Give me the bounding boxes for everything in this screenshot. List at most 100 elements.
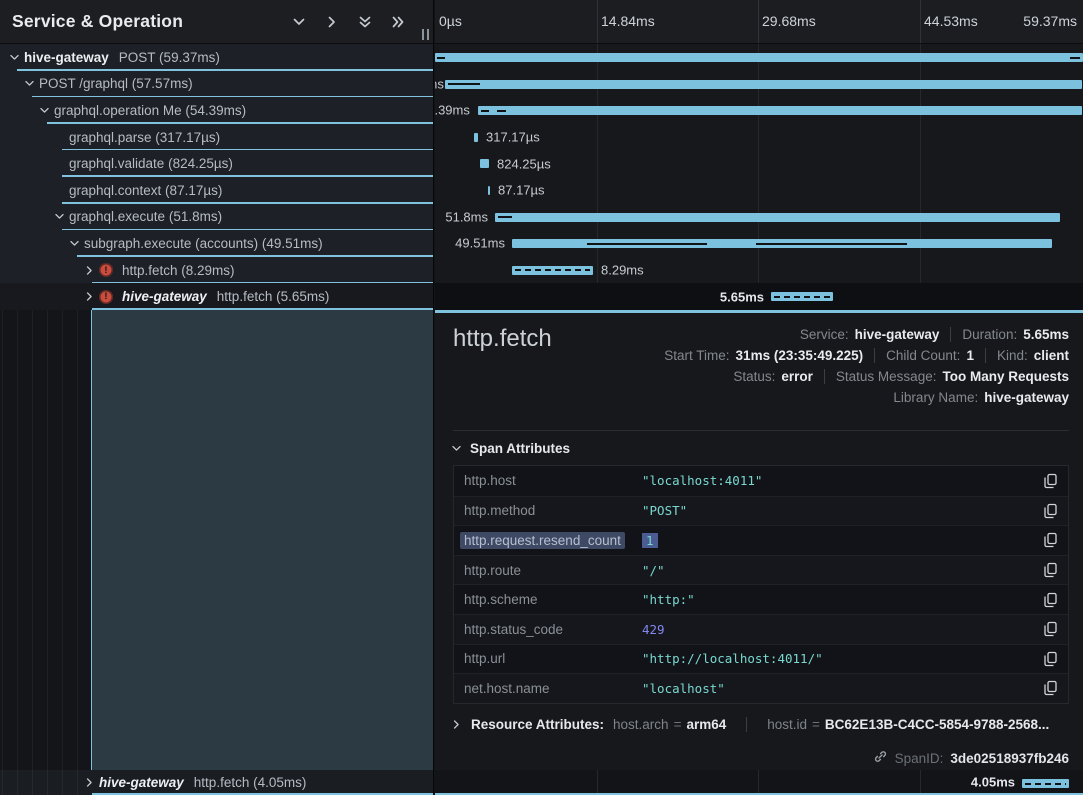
timeline-row[interactable]: 824.25µs <box>435 150 1083 177</box>
copy-icon[interactable] <box>1032 532 1058 548</box>
tree-row[interactable]: !hive-gatewayhttp.fetch (5.65ms) <box>0 283 433 310</box>
chevron-slot <box>68 238 81 249</box>
chevron-right-icon[interactable] <box>84 291 95 302</box>
tree-row[interactable]: graphql.parse (317.17µs) <box>0 124 433 151</box>
attribute-row[interactable]: http.route"/" <box>454 555 1068 585</box>
meta-divider <box>950 327 951 342</box>
copy-icon[interactable] <box>1032 680 1058 696</box>
indent-guide-line <box>17 770 18 795</box>
tree-row[interactable]: graphql.operation Me (54.39ms) <box>0 97 433 124</box>
collapse-all-icon[interactable] <box>358 15 372 29</box>
link-icon[interactable] <box>873 749 888 767</box>
tree-row[interactable]: subgraph.execute (accounts) (49.51ms) <box>0 230 433 257</box>
attribute-key-text: http.host <box>464 473 516 488</box>
meta-divider <box>824 369 825 384</box>
chevron-right-icon[interactable] <box>84 265 95 276</box>
timeline-row[interactable]: 54.39ms <box>435 97 1083 124</box>
attribute-value-text: "POST" <box>642 503 687 518</box>
collapse-one-icon[interactable] <box>292 15 306 29</box>
copy-icon[interactable] <box>1032 503 1058 519</box>
span-id-value: 3de02518937fb246 <box>950 751 1069 766</box>
timeline-row[interactable] <box>435 44 1083 71</box>
meta-label: Status: <box>733 369 775 384</box>
resource-key: host.id <box>767 717 807 732</box>
attribute-value: 429 <box>642 622 1032 637</box>
attribute-row[interactable]: http.request.resend_count1 <box>454 525 1068 555</box>
timeline-row[interactable]: 8.29ms <box>435 257 1083 284</box>
attribute-row[interactable]: http.host"localhost:4011" <box>454 466 1068 496</box>
panel-resize-handle[interactable] <box>422 29 429 40</box>
child-span-mark <box>1025 783 1066 785</box>
resource-attributes-row[interactable]: Resource Attributes: host.arch=arm64host… <box>451 717 1049 732</box>
indent-guide-line <box>2 770 3 795</box>
timeline-row[interactable]: 5.65ms <box>435 283 1083 310</box>
span-label: graphql.execute (51.8ms) <box>69 209 222 224</box>
attribute-key-text: http.method <box>464 503 535 518</box>
attribute-row[interactable]: http.scheme"http:" <box>454 584 1068 614</box>
copy-icon[interactable] <box>1032 473 1058 489</box>
tree-row[interactable]: ! http.fetch (8.29ms) <box>0 257 433 284</box>
span-bar[interactable] <box>474 133 478 142</box>
chevron-slot <box>38 105 51 116</box>
indent-guide-line <box>17 310 18 770</box>
chevron-down-icon[interactable] <box>39 105 50 116</box>
span-bar[interactable] <box>495 213 1060 222</box>
span-bar[interactable] <box>478 106 1082 115</box>
tree-row-bottom[interactable]: hive-gatewayhttp.fetch (4.05ms) <box>0 770 433 795</box>
copy-icon[interactable] <box>1032 592 1058 608</box>
child-span-mark <box>587 243 707 245</box>
tree-row[interactable]: POST /graphql (57.57ms) <box>0 71 433 98</box>
tree-row[interactable]: graphql.context (87.17µs) <box>0 177 433 204</box>
trace-viewer: Service & Operation hive-gatewayPOST (59… <box>0 0 1083 795</box>
attribute-row[interactable]: http.method "POST" <box>454 496 1068 526</box>
expand-all-icon[interactable] <box>391 15 405 29</box>
timeline-row-bottom[interactable]: 4.05ms <box>435 770 1083 795</box>
timeline-row[interactable]: 87.17µs <box>435 177 1083 204</box>
indent-guide-line <box>32 310 33 770</box>
span-label: http.fetch (8.29ms) <box>122 263 235 278</box>
error-icon: ! <box>99 263 113 277</box>
meta-line: Status:errorStatus Message:Too Many Requ… <box>733 369 1069 384</box>
span-attributes-header[interactable]: Span Attributes <box>451 441 570 456</box>
tree-row[interactable]: graphql.validate (824.25µs) <box>0 150 433 177</box>
copy-icon[interactable] <box>1032 651 1058 667</box>
chevron-right-icon[interactable] <box>84 777 95 788</box>
attribute-row[interactable]: net.host.name"localhost" <box>454 673 1068 703</box>
span-bar[interactable] <box>435 53 1083 62</box>
tree-filler <box>0 310 433 770</box>
chevron-down-icon[interactable] <box>24 78 35 89</box>
tree-row[interactable]: hive-gatewayPOST (59.37ms) <box>0 44 433 71</box>
meta-value: error <box>781 369 813 384</box>
meta-value: Too Many Requests <box>942 369 1069 384</box>
attribute-row[interactable]: http.status_code429 <box>454 614 1068 644</box>
copy-icon[interactable] <box>1032 621 1058 637</box>
copy-icon[interactable] <box>1032 562 1058 578</box>
attribute-value: "POST" <box>642 503 1032 518</box>
span-bar[interactable] <box>480 159 489 168</box>
timeline-row[interactable]: 57.57ms <box>435 71 1083 98</box>
timeline-row[interactable]: 317.17µs <box>435 124 1083 151</box>
attribute-key: http.request.resend_count <box>464 533 642 548</box>
span-tree: hive-gatewayPOST (59.37ms)POST /graphql … <box>0 44 433 310</box>
attribute-value: 1 <box>642 533 1032 548</box>
span-bar[interactable] <box>445 80 1082 89</box>
meta-line: Library Name:hive-gateway <box>893 390 1069 405</box>
meta-value: hive-gateway <box>855 327 940 342</box>
tree-row[interactable]: graphql.execute (51.8ms) <box>0 204 433 231</box>
attribute-value: "/" <box>642 563 1032 578</box>
span-bar[interactable] <box>488 186 490 195</box>
attribute-key-text: http.url <box>464 651 505 666</box>
chevron-slot <box>53 211 66 222</box>
chevron-down-icon[interactable] <box>69 238 80 249</box>
timeline-row[interactable]: 51.8ms <box>435 204 1083 231</box>
chevron-down-icon[interactable] <box>9 52 20 63</box>
meta-line: Service:hive-gatewayDuration:5.65ms <box>800 327 1069 342</box>
child-span-mark <box>481 110 489 112</box>
indent-guide-line <box>62 770 63 795</box>
timeline-row[interactable]: 49.51ms <box>435 230 1083 257</box>
chevron-down-icon[interactable] <box>54 211 65 222</box>
attribute-row[interactable]: http.url"http://localhost:4011/" <box>454 644 1068 674</box>
error-icon: ! <box>99 290 113 304</box>
expand-one-icon[interactable] <box>325 15 339 29</box>
attribute-key: http.method <box>464 503 642 518</box>
